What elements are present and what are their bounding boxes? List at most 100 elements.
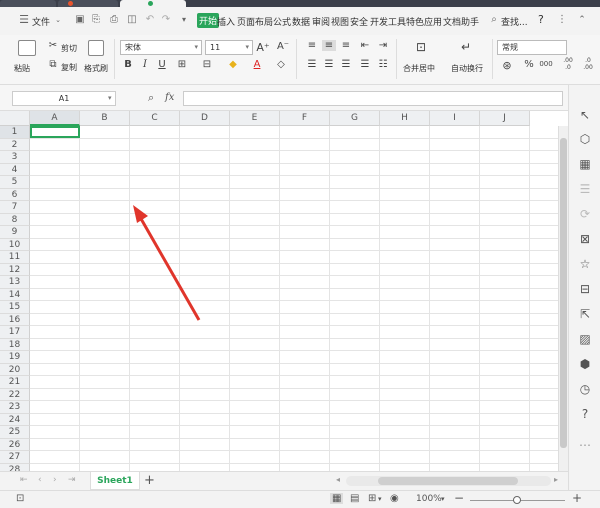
tab-special[interactable]: 特色应用	[406, 15, 442, 28]
tab-formulas[interactable]: 公式	[273, 15, 291, 28]
decrease-decimal-button[interactable]: .0 .00	[581, 57, 595, 71]
history-icon[interactable]: ◷	[577, 381, 593, 397]
archive-icon[interactable]: ⊟	[577, 281, 593, 297]
normal-view-icon[interactable]: ▦	[330, 493, 344, 504]
clear-format-icon[interactable]: ◇	[274, 59, 288, 70]
tab-review[interactable]: 审阅	[312, 15, 330, 28]
print-icon[interactable]: ⎙	[108, 14, 120, 26]
tab-doc-assistant[interactable]: 文档助手	[443, 15, 479, 28]
font-color-button[interactable]: A	[250, 59, 264, 70]
add-sheet-button[interactable]: +	[144, 473, 155, 488]
distributed-icon[interactable]: ☷	[376, 59, 390, 70]
customize-toolbar-icon[interactable]: ▾	[178, 14, 190, 26]
hamburger-menu-icon[interactable]: ☰	[18, 14, 30, 26]
save-icon[interactable]: ▣	[74, 14, 86, 26]
align-bottom-icon[interactable]: ≡	[339, 40, 353, 51]
tab-workbook[interactable]	[120, 0, 186, 7]
vertical-scrollbar[interactable]	[558, 126, 568, 471]
sheet-tab-sheet1[interactable]: Sheet1	[90, 472, 140, 490]
shapes-icon[interactable]: ⬡	[577, 131, 593, 147]
copy-button[interactable]: 复制	[61, 62, 77, 73]
font-size-select[interactable]: 11 ▾	[205, 40, 253, 55]
increase-decimal-button[interactable]: .00 .0	[561, 57, 575, 71]
page-layout-view-icon[interactable]: ▤	[350, 493, 359, 504]
spreadsheet-grid[interactable]: ABCDEFGHIJ 1 2 3 4 5 6 7 8 9 10 11 12 13 14 15 16 17 18 19…	[0, 111, 558, 471]
tab-developer[interactable]: 开发工具	[370, 15, 406, 28]
indent-increase-icon[interactable]: ⇥	[376, 40, 390, 51]
align-top-icon[interactable]: ≡	[305, 40, 319, 51]
currency-icon[interactable]: ⊛	[500, 59, 514, 72]
scroll-right-icon[interactable]: ▸	[554, 475, 558, 484]
horizontal-scrollbar[interactable]	[346, 476, 551, 486]
picture-icon[interactable]: ▨	[577, 331, 593, 347]
align-middle-icon[interactable]: ≡	[322, 40, 336, 51]
zoom-dropdown-icon[interactable]: ▾	[441, 495, 445, 503]
cell-style-icon[interactable]: ⊟	[200, 59, 214, 70]
align-left-icon[interactable]: ☰	[305, 59, 319, 70]
export-icon[interactable]: ⎘	[90, 14, 102, 26]
tab-page-layout[interactable]: 页面布局	[237, 15, 273, 28]
cut-button[interactable]: 剪切	[61, 43, 77, 54]
print-preview-icon[interactable]: ◫	[126, 14, 138, 26]
tab-wps[interactable]	[0, 0, 56, 7]
fx-button[interactable]: fx	[165, 92, 174, 103]
select-pointer-icon[interactable]: ↖	[577, 107, 593, 123]
paste-button[interactable]: 粘贴	[14, 63, 30, 74]
prev-sheet-icon[interactable]: ‹	[38, 475, 42, 485]
bold-button[interactable]: B	[121, 59, 135, 70]
help-icon[interactable]: ?	[577, 406, 593, 422]
underline-button[interactable]: U	[155, 59, 169, 70]
more-icon[interactable]: ⋯	[577, 437, 593, 453]
wrap-text-button[interactable]: 自动换行	[451, 63, 483, 74]
decrease-font-icon[interactable]: A⁻	[276, 41, 290, 52]
menu-file[interactable]: 文件	[32, 15, 50, 28]
macro-icon[interactable]: ⊡	[16, 493, 24, 504]
tab-security[interactable]: 安全	[350, 15, 368, 28]
thousands-separator-button[interactable]: 000	[539, 60, 553, 68]
zoom-search-icon[interactable]: ⌕	[148, 91, 154, 105]
justify-icon[interactable]: ☰	[358, 59, 372, 70]
merge-center-button[interactable]: 合并居中	[403, 63, 435, 74]
increase-font-icon[interactable]: A⁺	[256, 41, 270, 54]
star-icon[interactable]: ☆	[577, 256, 593, 272]
zoom-slider-thumb[interactable]	[513, 496, 521, 504]
page-break-view-icon[interactable]: ⊞	[368, 493, 376, 504]
percent-button[interactable]: %	[522, 59, 536, 70]
collapse-ribbon-icon[interactable]: ⌃	[576, 14, 588, 26]
number-format-select[interactable]: 常规	[497, 40, 567, 55]
next-sheet-icon[interactable]: ›	[53, 475, 57, 485]
search-button[interactable]: 查找...	[501, 15, 528, 28]
table-icon[interactable]: ▦	[577, 156, 593, 172]
align-right-icon[interactable]: ☰	[339, 59, 353, 70]
borders-icon[interactable]: ⊞	[175, 59, 189, 70]
name-box[interactable]: A1	[12, 91, 116, 106]
undo-icon[interactable]: ↶	[144, 14, 156, 26]
tab-view[interactable]: 视图	[331, 15, 349, 28]
paste-icon[interactable]	[18, 40, 36, 56]
zoom-level[interactable]: 100%	[416, 494, 442, 504]
image-icon[interactable]: ⊠	[577, 231, 593, 247]
more-options-icon[interactable]: ⋮	[556, 14, 568, 26]
tab-insert[interactable]: 插入	[217, 15, 235, 28]
share-icon[interactable]: ⇱	[577, 306, 593, 322]
font-name-select[interactable]: 宋体 ▾	[120, 40, 202, 55]
zoom-out-button[interactable]: −	[454, 491, 464, 505]
reading-mode-icon[interactable]: ◉	[390, 493, 399, 504]
scroll-left-icon[interactable]: ◂	[336, 475, 340, 484]
vertical-scroll-thumb[interactable]	[560, 138, 567, 448]
format-painter-button[interactable]: 格式刷	[84, 63, 108, 74]
chevron-down-icon[interactable]: ⌄	[52, 14, 64, 26]
fill-color-icon[interactable]: ◆	[226, 59, 240, 70]
help-button[interactable]: ?	[538, 13, 544, 26]
list-icon[interactable]: ☰	[577, 181, 593, 197]
refresh-icon[interactable]: ⟳	[577, 206, 593, 222]
view-options-chevron-icon[interactable]: ▾	[378, 495, 382, 503]
horizontal-scroll-thumb[interactable]	[378, 477, 518, 485]
zoom-in-button[interactable]: +	[572, 491, 582, 505]
indent-decrease-icon[interactable]: ⇤	[358, 40, 372, 51]
shield-icon[interactable]: ⬢	[577, 356, 593, 372]
formula-input[interactable]	[183, 91, 563, 106]
align-center-icon[interactable]: ☰	[322, 59, 336, 70]
tab-store[interactable]	[58, 0, 118, 7]
tab-home[interactable]: 开始	[197, 13, 220, 28]
